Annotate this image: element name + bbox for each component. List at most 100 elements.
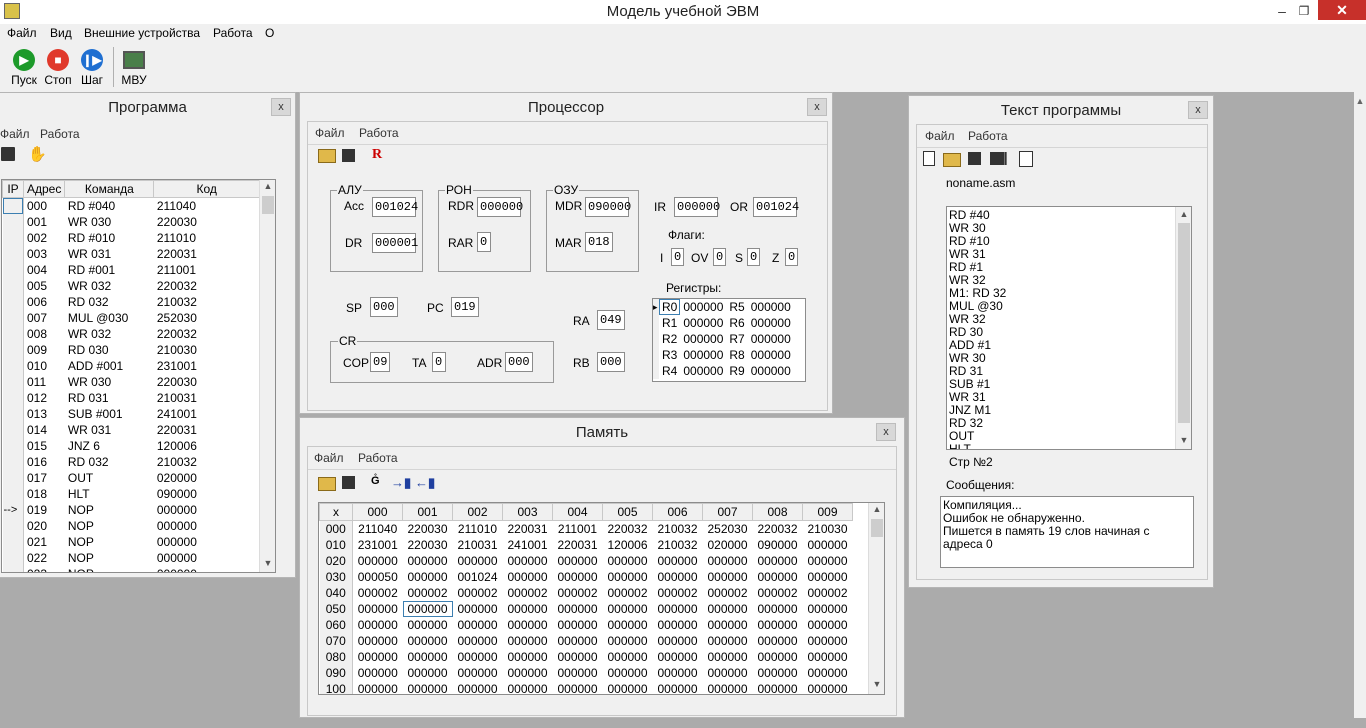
rdr-field[interactable]: 000000: [477, 197, 523, 217]
table-row[interactable]: 015 JNZ 6 120006: [2, 438, 260, 454]
processor-menu-work[interactable]: Работа: [359, 126, 399, 140]
source-menu-file[interactable]: Файл: [925, 129, 955, 143]
run-button[interactable]: ▶ Пуск: [6, 47, 42, 91]
command-cell[interactable]: NOP: [65, 502, 154, 518]
table-row[interactable]: 003 WR 031 220031: [2, 246, 260, 262]
memory-cell[interactable]: 000002: [403, 585, 453, 601]
memory-cell[interactable]: 000000: [403, 681, 453, 694]
memory-row[interactable]: 010 231001 220030 210031 241001 220031 120006 2…: [319, 537, 853, 553]
table-row[interactable]: 000 RD #040 211040: [2, 197, 260, 214]
rb-field[interactable]: 000: [597, 352, 625, 372]
pc-field[interactable]: 019: [451, 297, 479, 317]
memory-close-button[interactable]: x: [876, 423, 896, 441]
goto-icon[interactable]: G̊: [371, 475, 380, 487]
memory-cell[interactable]: 000000: [403, 633, 453, 649]
code-cell[interactable]: 211010: [154, 230, 260, 246]
table-row[interactable]: 014 WR 031 220031: [2, 422, 260, 438]
memory-cell[interactable]: 000000: [803, 649, 853, 665]
source-close-button[interactable]: x: [1188, 101, 1208, 119]
memory-row[interactable]: 060 000000 000000 000000 000000 000000 000000 0…: [319, 617, 853, 633]
open-folder-icon[interactable]: [318, 149, 336, 163]
source-line[interactable]: WR 31: [949, 248, 1189, 261]
table-row[interactable]: 021 NOP 000000: [2, 534, 260, 550]
memory-col-header[interactable]: 009: [802, 503, 853, 521]
address-cell[interactable]: 014: [24, 422, 65, 438]
address-cell[interactable]: 015: [24, 438, 65, 454]
program-menu-file[interactable]: Файл: [0, 127, 30, 141]
code-cell[interactable]: 210030: [154, 342, 260, 358]
source-line[interactable]: WR 30: [949, 352, 1189, 365]
memory-cell[interactable]: 000000: [753, 569, 803, 585]
code-cell[interactable]: 220031: [154, 246, 260, 262]
source-editor[interactable]: RD #40 WR 30 RD #10 WR 31 RD #1 WR 32 M1: RD 3…: [946, 206, 1192, 450]
memory-col-header[interactable]: 003: [502, 503, 553, 521]
table-row[interactable]: 008 WR 032 220032: [2, 326, 260, 342]
register-value[interactable]: 000000: [680, 363, 726, 379]
memory-col-header[interactable]: 006: [652, 503, 703, 521]
rar-field[interactable]: 0: [477, 232, 491, 252]
memory-cell[interactable]: 000000: [703, 665, 753, 681]
menu-view[interactable]: Вид: [50, 26, 72, 40]
flag-ov-field[interactable]: 0: [713, 248, 726, 266]
adr-field[interactable]: 000: [505, 352, 533, 372]
memory-cell[interactable]: 000000: [703, 633, 753, 649]
program-close-button[interactable]: x: [271, 98, 291, 116]
memory-cell[interactable]: 000000: [453, 633, 503, 649]
memory-cell[interactable]: 120006: [603, 537, 653, 553]
menu-about[interactable]: О: [265, 26, 274, 40]
command-cell[interactable]: WR 031: [65, 246, 154, 262]
memory-cell[interactable]: 000000: [603, 569, 653, 585]
memory-cell[interactable]: 000000: [653, 601, 703, 617]
save-icon[interactable]: [968, 152, 981, 165]
memory-cell[interactable]: 252030: [703, 521, 753, 538]
memory-col-header[interactable]: 008: [752, 503, 803, 521]
flag-z-field[interactable]: 0: [785, 248, 798, 266]
source-scrollbar[interactable]: ▲ ▼: [1175, 207, 1191, 449]
code-cell[interactable]: 241001: [154, 406, 260, 422]
address-cell[interactable]: 017: [24, 470, 65, 486]
memory-cell[interactable]: 000000: [703, 569, 753, 585]
memory-cell[interactable]: 000000: [753, 617, 803, 633]
memory-row[interactable]: 100 000000 000000 000000 000000 000000 000000 0…: [319, 681, 853, 694]
memory-cell[interactable]: 210031: [453, 537, 503, 553]
source-line[interactable]: JNZ M1: [949, 404, 1189, 417]
memory-cell[interactable]: 090000: [753, 537, 803, 553]
memory-cell[interactable]: 000000: [353, 617, 403, 633]
code-cell[interactable]: 231001: [154, 358, 260, 374]
code-cell[interactable]: 220030: [154, 214, 260, 230]
table-row[interactable]: 004 RD #001 211001: [2, 262, 260, 278]
memory-cell[interactable]: 000000: [403, 569, 453, 585]
ip-cell[interactable]: [2, 486, 24, 502]
memory-cell[interactable]: 000000: [553, 633, 603, 649]
memory-cell[interactable]: 220032: [753, 521, 803, 538]
scroll-up-arrow-icon[interactable]: ▲: [260, 181, 275, 191]
memory-cell[interactable]: 000000: [603, 681, 653, 694]
memory-cell[interactable]: 000000: [553, 665, 603, 681]
memory-cell[interactable]: 000000: [353, 553, 403, 569]
memory-cell[interactable]: 000000: [503, 553, 553, 569]
code-cell[interactable]: 000000: [154, 566, 260, 572]
save-all-icon[interactable]: [990, 152, 1007, 165]
memory-cell[interactable]: 210032: [653, 521, 703, 538]
code-cell[interactable]: 252030: [154, 310, 260, 326]
code-cell[interactable]: 210032: [154, 294, 260, 310]
memory-col-header[interactable]: 005: [602, 503, 653, 521]
mar-field[interactable]: 018: [585, 232, 613, 252]
address-cell[interactable]: 012: [24, 390, 65, 406]
address-cell[interactable]: 021: [24, 534, 65, 550]
dr-field[interactable]: 000001: [372, 233, 418, 253]
scroll-thumb[interactable]: [1178, 223, 1190, 423]
memory-cell[interactable]: 231001: [353, 537, 403, 553]
arrow-right-icon[interactable]: →▮: [391, 475, 411, 491]
ip-cell[interactable]: -->: [2, 502, 24, 518]
memory-cell[interactable]: 000000: [653, 617, 703, 633]
or-field[interactable]: 001024: [753, 197, 799, 217]
memory-cell[interactable]: 000000: [803, 617, 853, 633]
command-cell[interactable]: RD #001: [65, 262, 154, 278]
memory-col-header[interactable]: 007: [702, 503, 753, 521]
ip-cell[interactable]: [2, 262, 24, 278]
command-cell[interactable]: WR 031: [65, 422, 154, 438]
table-row[interactable]: --> 019 NOP 000000: [2, 502, 260, 518]
address-cell[interactable]: 003: [24, 246, 65, 262]
memory-cell[interactable]: 000000: [703, 553, 753, 569]
